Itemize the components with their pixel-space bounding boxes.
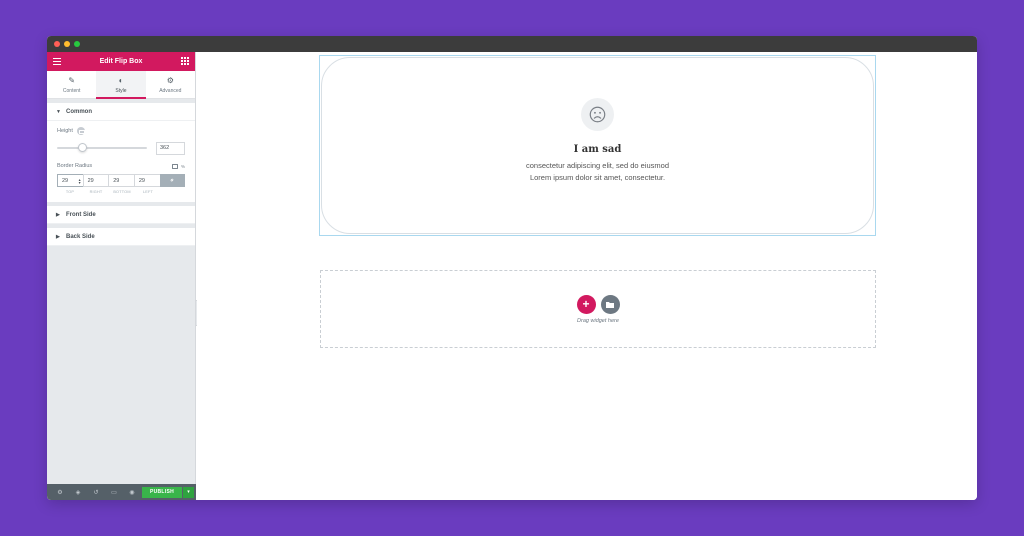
section-common-title: Common xyxy=(66,108,92,115)
section-front-side: ▶ Front Side xyxy=(47,206,195,224)
template-library-button[interactable] xyxy=(600,294,620,314)
desktop-icon[interactable]: ▭ xyxy=(105,484,123,500)
caret-right-icon: ▶ xyxy=(56,233,60,240)
border-radius-left-input[interactable]: 29 xyxy=(133,174,160,187)
section-front-side-header[interactable]: ▶ Front Side xyxy=(47,206,195,224)
unit-selector[interactable]: % xyxy=(181,164,185,169)
contrast-icon: ◐ xyxy=(118,75,124,85)
height-input[interactable]: 362 xyxy=(156,141,185,155)
browser-window: Edit Flip Box ✎ Content ◐ Style ⚙ Advanc… xyxy=(47,36,977,500)
flip-box-description: consectetur adipiscing elit, sed do eius… xyxy=(526,161,669,182)
section-common-body: Height 362 Border Radius % 29 ▴ ▾ 29 29 … xyxy=(47,121,195,202)
section-back-side-header[interactable]: ▶ Back Side xyxy=(47,228,195,246)
gear-icon: ⚙ xyxy=(166,75,174,85)
panel-header: Edit Flip Box xyxy=(47,52,195,71)
spinner-icon[interactable]: ▴ ▾ xyxy=(79,178,81,185)
side-label-right: RIGHT xyxy=(89,190,103,194)
border-radius-side-labels: TOP RIGHT BOTTOM LEFT xyxy=(57,190,185,194)
panel-title: Edit Flip Box xyxy=(99,58,143,65)
border-radius-inputs: 29 ▴ ▾ 29 29 29 ⚭ xyxy=(57,174,186,187)
widgets-grid-icon[interactable] xyxy=(181,57,189,65)
history-icon[interactable]: ↺ xyxy=(87,484,105,500)
flip-box-title: I am sad xyxy=(573,144,622,155)
tab-content-label: Content xyxy=(62,87,81,94)
window-titlebar xyxy=(47,36,977,52)
desktop-icon[interactable] xyxy=(171,163,178,169)
height-slider-row: 362 xyxy=(57,141,185,155)
editor-canvas: I am sad consectetur adipiscing elit, se… xyxy=(197,52,977,500)
dropzone-buttons: + xyxy=(576,294,620,314)
hamburger-menu-icon[interactable] xyxy=(53,58,61,65)
height-label: Height xyxy=(57,128,73,134)
flip-box-widget[interactable]: I am sad consectetur adipiscing elit, se… xyxy=(319,55,876,236)
panel-footer: ⚙ ◈ ↺ ▭ ◉ PUBLISH ▾ xyxy=(47,484,196,500)
caret-right-icon: ▶ xyxy=(56,211,60,218)
border-radius-right-input[interactable]: 29 xyxy=(82,174,109,187)
flip-box-front: I am sad consectetur adipiscing elit, se… xyxy=(321,57,874,234)
section-back-side-title: Back Side xyxy=(66,233,95,240)
tab-style[interactable]: ◐ Style xyxy=(96,71,146,99)
height-control-label: Height xyxy=(57,127,185,135)
tab-content[interactable]: ✎ Content xyxy=(47,71,96,98)
folder-icon xyxy=(606,301,614,308)
tab-advanced[interactable]: ⚙ Advanced xyxy=(146,71,195,98)
section-back-side: ▶ Back Side xyxy=(47,228,195,246)
pencil-icon: ✎ xyxy=(68,75,76,85)
panel-tabs: ✎ Content ◐ Style ⚙ Advanced xyxy=(47,71,195,99)
section-common-header[interactable]: ▼ Common xyxy=(47,103,195,121)
side-label-bottom: BOTTOM xyxy=(113,190,131,194)
responsive-device-icon[interactable] xyxy=(76,127,85,135)
link-icon: ⚭ xyxy=(168,176,177,185)
border-radius-label: Border Radius xyxy=(57,163,93,169)
sad-face-icon xyxy=(581,98,614,131)
caret-down-icon: ▼ xyxy=(56,108,61,115)
publish-options-button[interactable]: ▾ xyxy=(183,486,194,498)
side-label-left: LEFT xyxy=(142,190,154,194)
tab-style-label: Style xyxy=(115,87,127,94)
minimize-dot[interactable] xyxy=(64,41,70,47)
border-radius-bottom-value: 29 xyxy=(113,177,120,184)
dropzone-text: Drag widget here xyxy=(577,317,619,324)
tab-advanced-label: Advanced xyxy=(159,87,182,94)
maximize-dot[interactable] xyxy=(74,41,80,47)
close-dot[interactable] xyxy=(54,41,60,47)
height-slider[interactable] xyxy=(57,143,147,152)
border-radius-top-input[interactable]: 29 ▴ ▾ xyxy=(57,174,83,187)
border-radius-label-row: Border Radius % xyxy=(57,163,185,169)
eye-icon[interactable]: ◉ xyxy=(123,484,141,500)
link-values-button[interactable]: ⚭ xyxy=(159,174,186,187)
editor-panel: Edit Flip Box ✎ Content ◐ Style ⚙ Advanc… xyxy=(47,52,196,500)
section-front-side-title: Front Side xyxy=(66,211,96,218)
add-section-button[interactable]: + xyxy=(576,294,596,314)
side-label-top: TOP xyxy=(65,190,75,194)
border-radius-right-value: 29 xyxy=(87,177,94,184)
add-section-dropzone[interactable]: + Drag widget here xyxy=(320,270,876,348)
border-radius-bottom-input[interactable]: 29 xyxy=(108,174,134,187)
border-radius-left-value: 29 xyxy=(138,177,145,184)
border-radius-options: % xyxy=(171,163,185,169)
gear-icon[interactable]: ⚙ xyxy=(51,484,69,500)
border-radius-top-value: 29 xyxy=(62,177,69,184)
publish-button[interactable]: PUBLISH xyxy=(142,486,182,498)
layers-icon[interactable]: ◈ xyxy=(69,484,87,500)
height-slider-handle[interactable] xyxy=(77,143,87,152)
section-common: ▼ Common Height 362 Border Radius % 29 ▴… xyxy=(47,103,195,202)
